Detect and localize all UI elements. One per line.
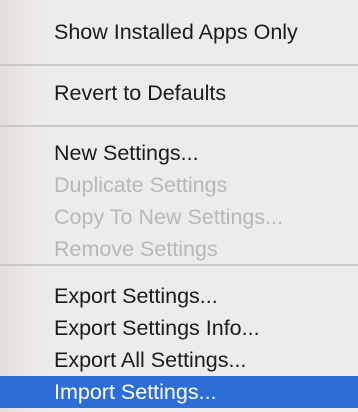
- menu-item-label: Copy To New Settings...: [54, 205, 284, 229]
- menu-item-duplicate-settings: Duplicate Settings: [0, 169, 358, 201]
- menu-item-remove-settings: Remove Settings: [0, 233, 358, 265]
- menu-item-label: Export Settings Info...: [54, 316, 260, 340]
- menu-separator: [0, 125, 358, 127]
- menu-item-revert-to-defaults[interactable]: Revert to Defaults: [0, 77, 358, 109]
- menu-item-label: Export All Settings...: [54, 348, 247, 372]
- menu-item-import-settings[interactable]: Import Settings...: [0, 376, 358, 408]
- menu-separator: [0, 264, 358, 266]
- menu-item-show-installed-apps-only[interactable]: Show Installed Apps Only: [0, 16, 358, 48]
- menu-item-label: Export Settings...: [54, 284, 218, 308]
- menu-item-label: New Settings...: [54, 141, 199, 165]
- menu-item-export-settings[interactable]: Export Settings...: [0, 280, 358, 312]
- menu-item-label: Import Settings...: [54, 380, 217, 404]
- menu-item-label: Show Installed Apps Only: [54, 20, 298, 44]
- menu-item-label: Revert to Defaults: [54, 81, 227, 105]
- menu-item-new-settings[interactable]: New Settings...: [0, 137, 358, 169]
- context-menu: Show Installed Apps Only Revert to Defau…: [0, 0, 358, 412]
- menu-separator: [0, 64, 358, 66]
- menu-item-export-settings-info[interactable]: Export Settings Info...: [0, 312, 358, 344]
- menu-item-label: Duplicate Settings: [54, 173, 228, 197]
- menu-item-export-all-settings[interactable]: Export All Settings...: [0, 344, 358, 376]
- menu-item-label: Remove Settings: [54, 237, 218, 261]
- menu-item-copy-to-new-settings: Copy To New Settings...: [0, 201, 358, 233]
